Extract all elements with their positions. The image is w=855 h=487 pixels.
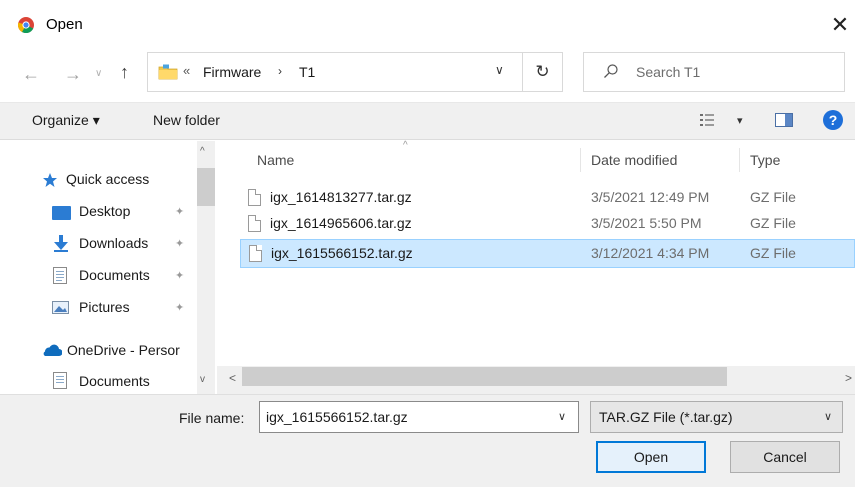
file-type: GZ File [750,245,796,261]
navigation-pane: Quick access Desktop ✦ Downloads ✦ Docum… [0,141,217,394]
file-name-label-text: File name: [179,410,245,426]
file-name-label: File name: [179,410,244,426]
folder-icon [158,64,178,80]
file-name: igx_1615566152.tar.gz [271,245,413,261]
file-icon [249,245,262,262]
column-divider[interactable] [580,148,581,172]
breadcrumb-t1[interactable]: T1 [299,64,315,80]
command-toolbar [0,102,855,140]
refresh-button[interactable]: ↻ [523,52,563,92]
file-type-dropdown-button[interactable]: ∨ [824,410,832,423]
column-header-name[interactable]: Name [257,152,294,168]
forward-button[interactable]: → [64,64,82,84]
pin-icon: ✦ [175,302,185,314]
address-dropdown-button[interactable]: ∨ [495,63,504,77]
cancel-button[interactable]: Cancel [730,441,840,473]
up-folder-button[interactable]: ↑ [120,62,129,82]
pin-icon: ✦ [175,206,185,218]
breadcrumb-overflow-button[interactable]: « [183,63,190,78]
nav-item-pictures[interactable]: Pictures [79,299,130,315]
scroll-up-arrow-icon[interactable]: ^ [200,146,205,157]
file-name: igx_1614813277.tar.gz [270,189,412,205]
new-folder-button[interactable]: New folder [153,112,220,128]
file-date-modified: 3/5/2021 5:50 PM [591,215,702,231]
navigation-pane-scroll-thumb[interactable] [197,168,215,206]
back-button[interactable]: ← [22,64,40,84]
preview-pane-icon-fill [785,114,792,126]
close-button[interactable]: ✕ [826,8,854,42]
horizontal-scroll-thumb[interactable] [242,367,727,386]
download-arrow-icon [54,235,68,252]
pin-icon: ✦ [175,238,185,250]
nav-item-documents[interactable]: Documents [79,267,150,283]
file-date-modified: 3/12/2021 4:34 PM [591,245,710,261]
file-row[interactable]: igx_1614965606.tar.gz 3/5/2021 5:50 PM G… [240,211,855,237]
search-input[interactable] [583,52,845,92]
file-name: igx_1614965606.tar.gz [270,215,412,231]
file-date-modified: 3/5/2021 12:49 PM [591,189,710,205]
scroll-down-arrow-icon[interactable]: v [200,374,205,385]
file-name-input[interactable]: igx_1615566152.tar.gz [259,401,579,433]
sort-ascending-icon: ^ [403,140,408,151]
file-type: GZ File [750,215,796,231]
column-header-type[interactable]: Type [750,152,780,168]
nav-item-onedrive[interactable]: OneDrive - Persor [67,342,180,358]
help-icon[interactable]: ? [823,110,843,130]
scroll-right-arrow-icon[interactable]: > [845,371,852,385]
breadcrumb-firmware[interactable]: Firmware [203,64,261,80]
file-icon [248,189,261,206]
chrome-app-icon [18,17,34,33]
nav-item-onedrive-documents[interactable]: Documents [79,373,150,389]
view-options-icon[interactable] [700,114,714,126]
desktop-folder-icon [52,206,71,220]
file-row-selected[interactable]: igx_1615566152.tar.gz 3/12/2021 4:34 PM … [240,239,855,268]
file-icon [248,215,261,232]
pictures-icon [52,301,69,314]
title-bar [0,0,855,50]
open-button[interactable]: Open [596,441,706,473]
column-divider[interactable] [739,148,740,172]
window-title: Open [46,16,83,33]
file-name-dropdown-button[interactable]: ∨ [558,410,566,423]
view-dropdown-button[interactable]: ▾ [737,114,743,127]
recent-locations-dropdown[interactable]: ∨ [95,68,102,79]
nav-item-desktop[interactable]: Desktop [79,203,130,219]
search-placeholder: Search T1 [636,64,701,80]
file-type-filter-select[interactable]: TAR.GZ File (*.tar.gz) [590,401,843,433]
file-type: GZ File [750,189,796,205]
nav-item-downloads[interactable]: Downloads [79,235,148,251]
scroll-left-arrow-icon[interactable]: < [229,371,236,385]
nav-item-quick-access[interactable]: Quick access [66,171,149,187]
column-header-date-modified[interactable]: Date modified [591,152,677,168]
search-icon [604,64,618,78]
file-row[interactable]: igx_1614813277.tar.gz 3/5/2021 12:49 PM … [240,185,855,211]
documents-icon [53,267,67,284]
organize-button[interactable]: Organize ▾ [32,112,100,129]
documents-icon [53,372,67,389]
pin-icon: ✦ [175,270,185,282]
star-icon [43,173,57,187]
breadcrumb-separator[interactable]: › [278,64,282,78]
cloud-icon [43,344,62,356]
